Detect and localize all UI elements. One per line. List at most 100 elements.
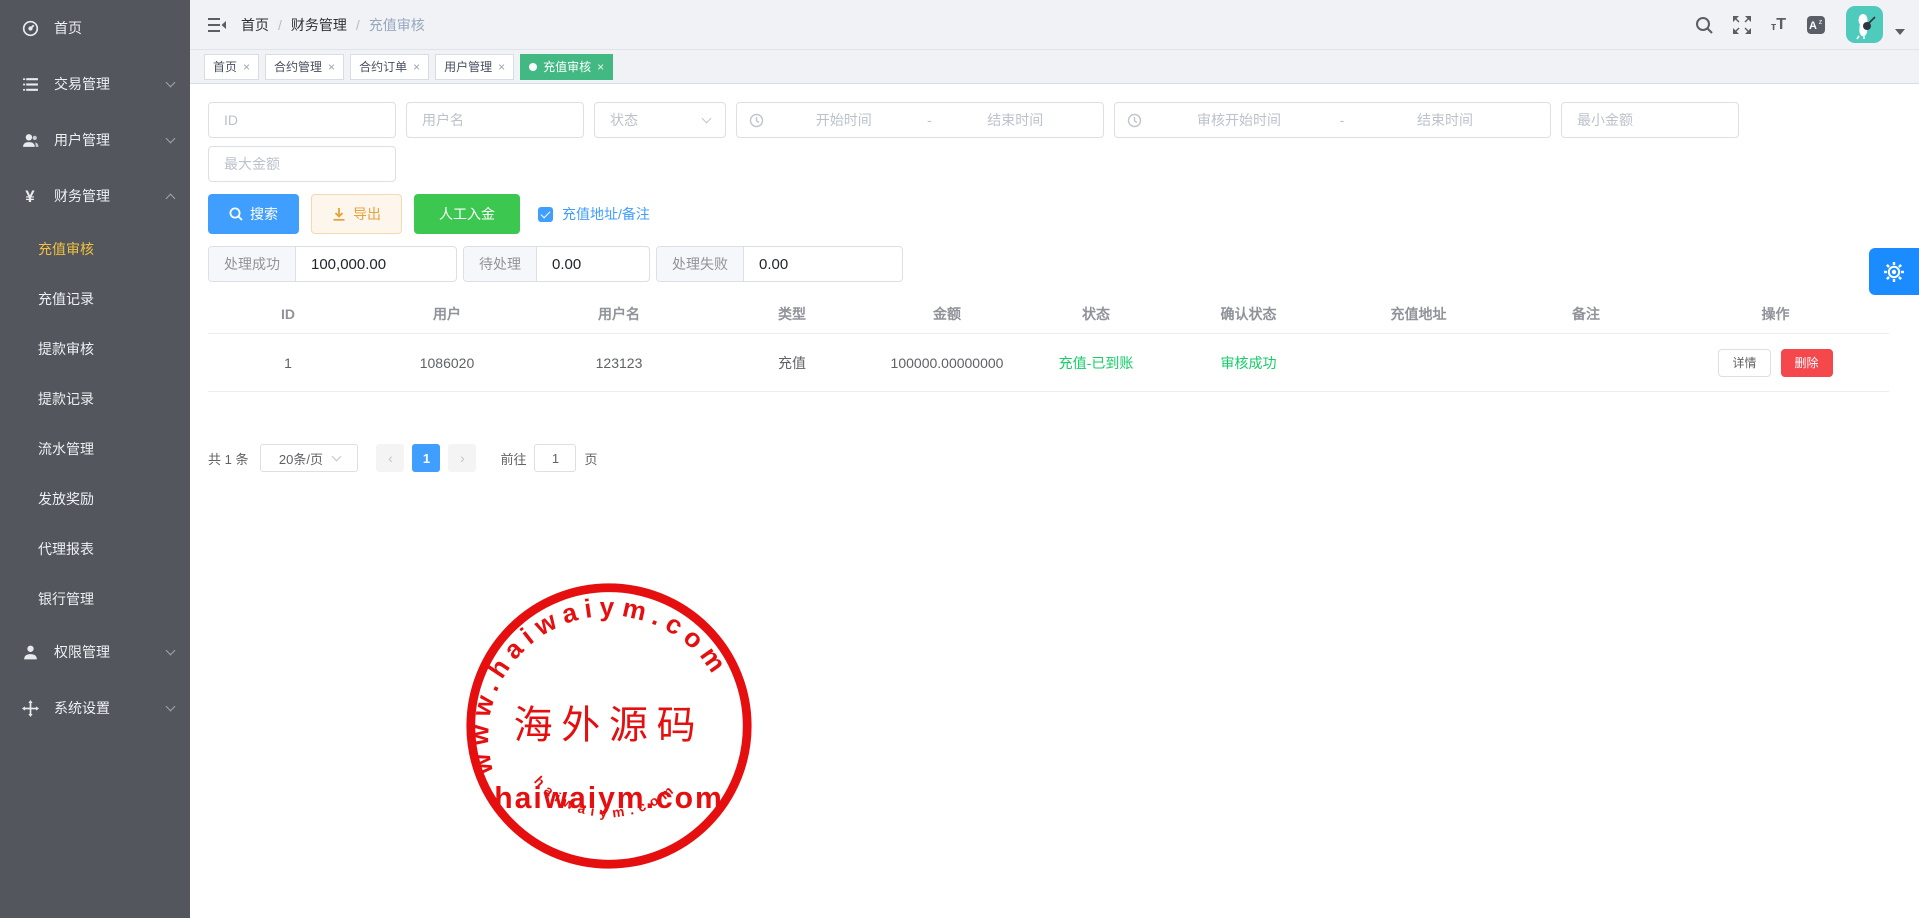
tab-合约管理[interactable]: 合约管理×	[265, 54, 344, 80]
font-size-icon[interactable]: тT	[1771, 17, 1786, 33]
close-tab-icon[interactable]: ×	[498, 61, 505, 73]
close-tab-icon[interactable]: ×	[597, 61, 604, 73]
sidebar-subitem-withdraw-audit[interactable]: 提款审核	[0, 324, 190, 374]
tab-合约订单[interactable]: 合约订单×	[350, 54, 429, 80]
sidebar-item-system[interactable]: 系统设置	[0, 680, 190, 736]
id-input[interactable]	[208, 102, 396, 138]
sidebar-subitem-withdraw-records[interactable]: 提款记录	[0, 374, 190, 424]
chevron-up-icon	[166, 193, 176, 203]
stat-group-1: 待处理0.00	[463, 246, 650, 282]
column-header-用户名: 用户名	[526, 304, 712, 324]
status-select-placeholder: 状态	[610, 110, 638, 130]
sidebar-item-home[interactable]: 首页	[0, 0, 190, 56]
close-tab-icon[interactable]: ×	[243, 61, 250, 73]
cell-金额: 100000.00000000	[872, 355, 1022, 371]
search-button[interactable]: 搜索	[208, 194, 299, 234]
sidebar-item-finance[interactable]: ¥ 财务管理	[0, 168, 190, 224]
stat-group-0: 处理成功100,000.00	[208, 246, 457, 282]
column-header-ID: ID	[208, 306, 368, 322]
chevron-down-icon	[332, 451, 342, 461]
breadcrumb-finance[interactable]: 财务管理	[291, 15, 347, 35]
breadcrumb-home[interactable]: 首页	[241, 15, 269, 35]
date-range-separator: -	[920, 112, 940, 128]
next-page-button[interactable]: ›	[448, 444, 476, 472]
page-size-value: 20条/页	[279, 449, 323, 468]
sidebar-item-users[interactable]: 用户管理	[0, 112, 190, 168]
language-icon[interactable]: A z	[1806, 15, 1826, 35]
status-select[interactable]: 状态	[594, 102, 726, 138]
sidebar-subitem-bank-management[interactable]: 银行管理	[0, 574, 190, 624]
yen-icon: ¥	[20, 186, 40, 206]
page-number-1[interactable]: 1	[412, 444, 440, 472]
cell-用户名: 123123	[526, 355, 712, 371]
checkbox-checked-icon[interactable]	[538, 207, 553, 222]
sidebar-subitem-recharge-audit[interactable]: 充值审核	[0, 224, 190, 274]
breadcrumb-current: 充值审核	[369, 15, 425, 35]
page-unit-label: 页	[584, 449, 597, 468]
date-range-picker[interactable]: 开始时间 - 结束时间	[736, 102, 1104, 138]
table-row: 11086020123123充值100000.00000000充值-已到账审核成…	[208, 334, 1889, 392]
tab-label: 首页	[213, 58, 237, 75]
cell-类型: 充值	[712, 353, 872, 373]
close-tab-icon[interactable]: ×	[413, 61, 420, 73]
svg-text:A: A	[1809, 20, 1817, 32]
sidebar-subitem-flow-management[interactable]: 流水管理	[0, 424, 190, 474]
search-icon[interactable]	[1695, 16, 1713, 34]
tab-充值审核[interactable]: 充值审核×	[520, 54, 613, 80]
user-group-icon	[20, 130, 40, 150]
recharge-table: ID用户用户名类型金额状态确认状态充值地址备注操作 11086020123123…	[208, 294, 1889, 392]
stat-value: 0.00	[744, 247, 902, 281]
min-amount-input[interactable]	[1561, 102, 1739, 138]
sidebar-item-label: 用户管理	[54, 130, 110, 150]
stat-label: 处理失败	[657, 247, 744, 281]
sidebar-item-permissions[interactable]: 权限管理	[0, 624, 190, 680]
svg-text:z: z	[1819, 19, 1823, 26]
tab-用户管理[interactable]: 用户管理 ×	[435, 54, 514, 80]
close-tab-icon[interactable]: ×	[328, 61, 335, 73]
hamburger-icon[interactable]	[190, 17, 241, 33]
pagination: 共 1 条 20条/页 ‹ 1 › 前往 页	[208, 444, 1901, 472]
sidebar-item-label: 权限管理	[54, 642, 110, 662]
chevron-down-icon	[166, 133, 176, 143]
move-icon	[20, 698, 40, 718]
page-content: 状态 开始时间 - 结束时间 审核开始时间	[190, 84, 1919, 917]
column-header-类型: 类型	[712, 304, 872, 324]
delete-button[interactable]: 删除	[1781, 349, 1833, 377]
active-tab-dot	[529, 63, 537, 71]
sidebar-subitem-recharge-records[interactable]: 充值记录	[0, 274, 190, 324]
sidebar-item-label: 首页	[54, 18, 82, 38]
fullscreen-icon[interactable]	[1733, 16, 1751, 34]
username-input[interactable]	[406, 102, 584, 138]
recharge-address-checkbox-group[interactable]: 充值地址/备注	[538, 204, 650, 224]
column-header-金额: 金额	[872, 304, 1022, 324]
audit-date-range-picker[interactable]: 审核开始时间 - 结束时间	[1114, 102, 1551, 138]
sidebar-item-label: 财务管理	[54, 186, 110, 206]
recharge-address-checkbox-label: 充值地址/备注	[562, 204, 650, 224]
detail-button[interactable]: 详情	[1718, 349, 1770, 377]
max-amount-input[interactable]	[208, 146, 396, 182]
stat-label: 待处理	[464, 247, 537, 281]
breadcrumb: 首页 / 财务管理 / 充值审核	[241, 15, 425, 35]
sidebar-subitem-agent-reports[interactable]: 代理报表	[0, 524, 190, 574]
sidebar-item-trade[interactable]: 交易管理	[0, 56, 190, 112]
prev-page-button[interactable]: ‹	[376, 444, 404, 472]
sidebar-item-label: 交易管理	[54, 74, 110, 94]
stat-value: 100,000.00	[296, 247, 456, 281]
audit-start-placeholder: 审核开始时间	[1146, 110, 1332, 130]
tab-首页[interactable]: 首页 ×	[204, 54, 259, 80]
audit-end-placeholder: 结束时间	[1352, 110, 1538, 130]
column-header-操作: 操作	[1662, 304, 1889, 324]
column-header-确认状态: 确认状态	[1170, 304, 1327, 324]
cell-ID: 1	[208, 355, 368, 371]
tab-label: 用户管理	[444, 58, 492, 75]
avatar-dropdown-caret[interactable]	[1895, 29, 1905, 35]
chevron-down-icon	[166, 701, 176, 711]
export-button[interactable]: 导出	[311, 194, 402, 234]
user-avatar[interactable]	[1846, 6, 1883, 43]
page-size-select[interactable]: 20条/页	[260, 444, 358, 472]
sidebar-subitem-rewards[interactable]: 发放奖励	[0, 474, 190, 524]
goto-page-input[interactable]	[534, 444, 576, 472]
manual-deposit-button[interactable]: 人工入金	[414, 194, 520, 234]
settings-gear-button[interactable]	[1869, 248, 1919, 295]
chevron-down-icon	[702, 113, 712, 123]
